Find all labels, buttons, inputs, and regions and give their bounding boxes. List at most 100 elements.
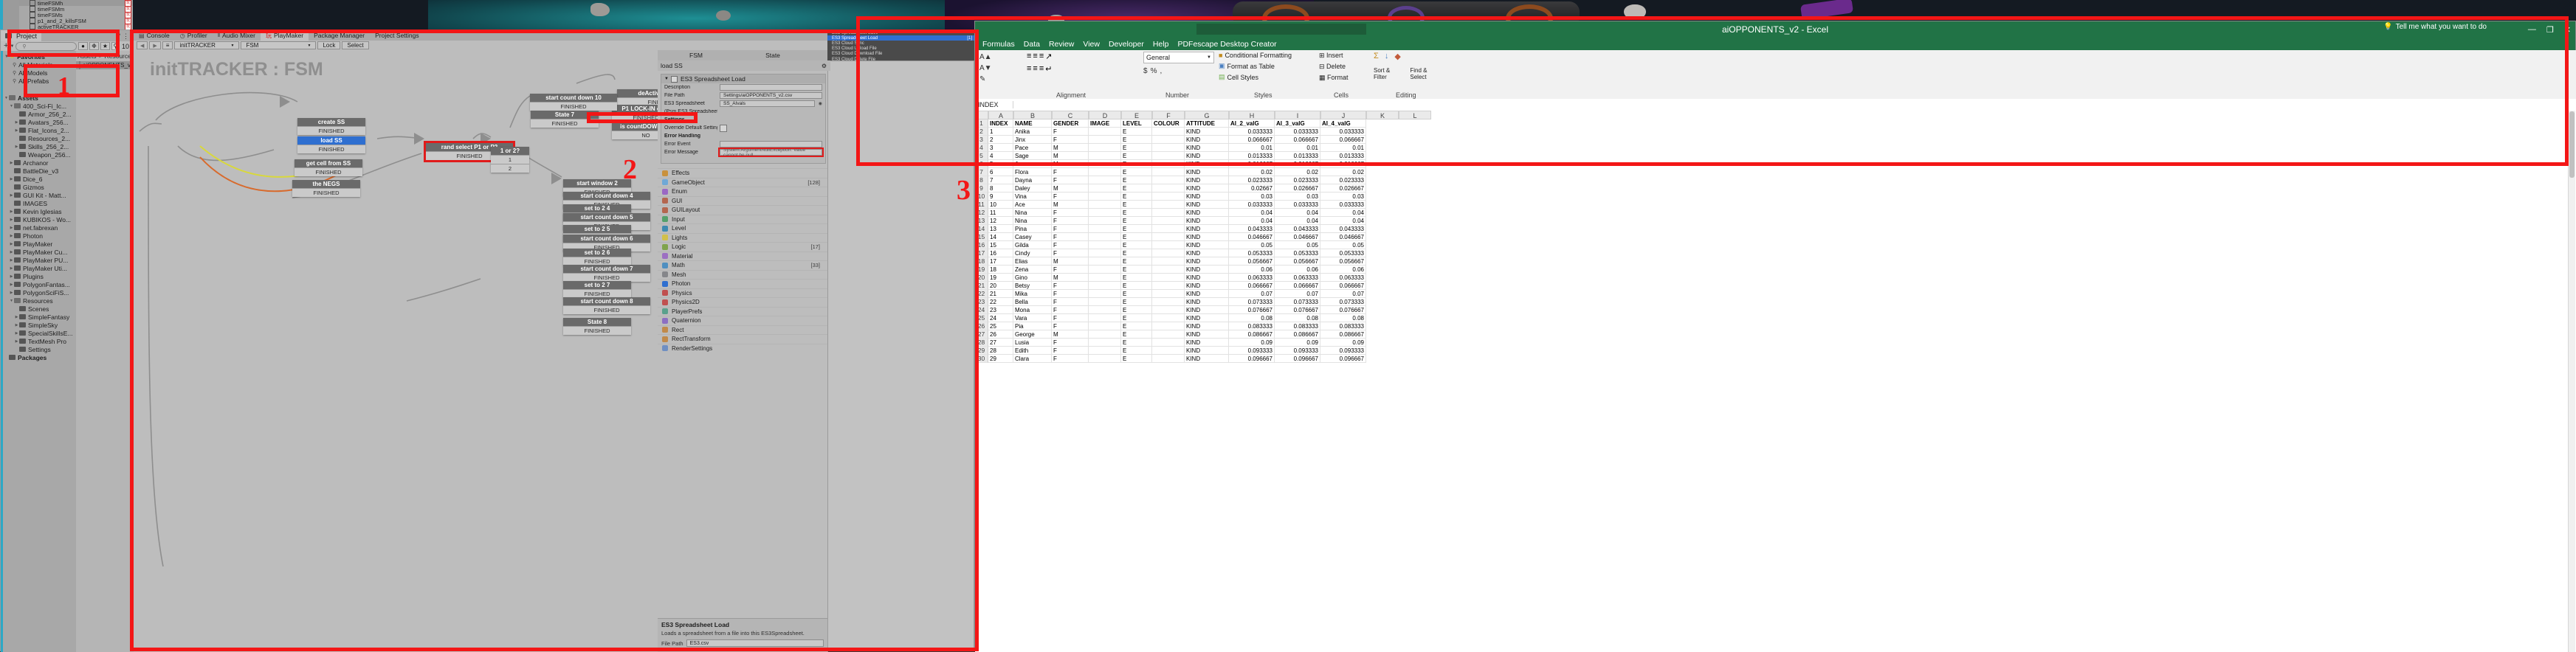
object-picker-icon[interactable]: ◉ [819,101,822,106]
tellme-field[interactable]: 💡 Tell me what you want to do [2383,23,2487,31]
excel-column-header[interactable]: F [1152,111,1185,119]
table-cell[interactable]: F [1052,217,1089,225]
table-cell[interactable] [1089,314,1121,322]
action-category-row[interactable]: Photon [658,279,827,288]
table-cell[interactable]: E [1121,306,1152,314]
table-cell[interactable]: 29 [988,355,1013,363]
table-cell[interactable] [1152,282,1185,290]
orientation-icon[interactable]: ↗ [1045,52,1052,61]
table-cell[interactable]: 25 [988,322,1013,330]
table-cell[interactable]: E [1121,330,1152,339]
table-row[interactable]: 28 27 Lusia F E KIND 0.09 0.09 0.09 [975,339,2576,347]
format-button[interactable]: ▦ Format [1319,74,1368,82]
table-cell[interactable]: 0.02 [1275,168,1320,176]
table-cell[interactable]: Ace [1013,201,1052,209]
table-cell[interactable]: 16 [988,249,1013,257]
project-tree-item[interactable]: ▶ PlayMaker PU... [4,256,76,264]
gameobject-dropdown[interactable]: initTRACKER ▼ [174,41,240,49]
table-cell[interactable]: Cindy [1013,249,1052,257]
table-cell[interactable]: 0.013333 [1275,152,1320,160]
fsm-state-event-2[interactable]: 2 [491,164,529,173]
table-cell[interactable]: E [1121,209,1152,217]
project-tree-item[interactable]: IMAGES [4,199,76,207]
table-cell[interactable]: 0.083333 [1320,322,1366,330]
excel-row-header[interactable]: 5 [975,152,988,160]
table-cell[interactable]: 6 [988,168,1013,176]
excel-vscroll-thumb[interactable] [2569,111,2575,178]
table-cell[interactable]: KIND [1185,217,1229,225]
excel-ribbon-tab[interactable]: PDFescape Desktop Creator [1177,40,1276,49]
table-cell[interactable]: Sage [1013,152,1052,160]
table-row[interactable]: 16 15 Gilda F E KIND 0.05 0.05 0.05 [975,241,2576,249]
table-cell[interactable] [1152,144,1185,152]
table-cell[interactable]: F [1052,193,1089,201]
table-cell[interactable]: E [1121,168,1152,176]
table-cell[interactable] [1152,201,1185,209]
table-row[interactable]: 22 21 Mika F E KIND 0.07 0.07 0.07 [975,290,2576,298]
table-cell[interactable]: 0.01 [1275,144,1320,152]
project-menu-icon[interactable]: ⋮ [123,32,129,41]
table-cell[interactable] [1152,322,1185,330]
wrap-text-icon[interactable]: ↵ [1045,64,1052,74]
table-cell[interactable]: Flora [1013,168,1052,176]
table-cell[interactable]: 0.026667 [1320,184,1366,193]
table-cell[interactable]: KIND [1185,136,1229,144]
table-cell[interactable]: E [1121,193,1152,201]
fsm-state-node[interactable]: 1 or 2? 1 2 [491,147,529,173]
table-cell[interactable]: F [1052,241,1089,249]
table-cell[interactable] [1152,193,1185,201]
project-tree-item[interactable]: ▶ Avatars_256... [4,118,76,126]
table-cell[interactable]: Mika [1013,290,1052,298]
table-cell[interactable] [1089,355,1121,363]
table-header-cell[interactable]: NAME [1013,119,1052,128]
inspector-field-row[interactable]: (Psm ES3 Spreadsheet) [661,108,825,116]
excel-column-header[interactable]: B [1013,111,1052,119]
table-cell[interactable]: M [1052,160,1089,168]
fsm-state-node[interactable]: deActivate P2 ...FINISHED [617,89,658,106]
footer-field-value[interactable]: ES3.csv [686,639,824,647]
table-cell[interactable]: 0.02 [1229,168,1275,176]
table-row[interactable]: 27 26 George M E KIND 0.086667 0.086667 0.086667 [975,330,2576,339]
chevron-right-icon[interactable]: ▶ [14,339,19,344]
table-row[interactable]: 23 22 Bella F E KIND 0.073333 0.073333 0.073333 [975,298,2576,306]
project-tree-item[interactable]: Gizmos [4,183,76,191]
table-cell[interactable]: 0.09 [1275,339,1320,347]
table-cell[interactable]: KIND [1185,152,1229,160]
table-cell[interactable]: 5 [988,160,1013,168]
paint-format-button[interactable]: ✎ [978,74,1024,85]
table-cell[interactable] [1089,347,1121,355]
table-cell[interactable]: F [1052,339,1089,347]
project-tree-item[interactable]: ▶ PlayMaker Cu... [4,248,76,256]
table-cell[interactable]: M [1052,184,1089,193]
table-cell[interactable]: 0.033333 [1229,128,1275,136]
ribbon-editing-group[interactable]: Σ ↓ ◆ Sort & Filter Find & Select Editin… [1374,52,1444,99]
align-center-icon[interactable]: ≡ [1033,64,1037,74]
table-cell[interactable]: 0.093333 [1320,347,1366,355]
excel-ribbon[interactable]: A▲ A▼ ✎ ≡ ≡ ≡ ↗ ≡ ≡ ≡ ↵ Alignment Genera… [975,50,2576,100]
table-cell[interactable]: 0.053333 [1320,249,1366,257]
action-category-row[interactable]: Logic [17] [658,242,827,252]
table-cell[interactable]: F [1052,298,1089,306]
table-cell[interactable]: 3 [988,144,1013,152]
table-row[interactable]: 14 13 Pina F E KIND 0.043333 0.043333 0.043333 [975,225,2576,233]
action-browser-item[interactable]: ES3 Cloud Download File [827,52,975,57]
table-cell[interactable]: E [1121,355,1152,363]
table-cell[interactable]: Elias [1013,257,1052,266]
project-tree-item[interactable]: ▶ Kevin Iglesias [4,207,76,215]
table-cell[interactable]: F [1052,168,1089,176]
excel-window[interactable]: aiOPPONENTS_v2 - Excel — ❐ ✕ 💡 Tell me w… [974,21,2576,652]
table-cell[interactable] [1152,176,1185,184]
table-cell[interactable]: F [1052,314,1089,322]
table-cell[interactable]: 0.05 [1229,241,1275,249]
align-middle-icon[interactable]: ≡ [1033,52,1037,61]
table-cell[interactable] [1152,160,1185,168]
table-cell[interactable]: 0.046667 [1229,233,1275,241]
hierarchy-item[interactable]: timeFSMm 玩 [19,5,133,13]
table-cell[interactable]: 4 [988,152,1013,160]
project-tree-item[interactable]: ▶ Skills_256_2... [4,142,76,150]
table-cell[interactable]: 2 [988,136,1013,144]
chevron-down-icon[interactable]: ▼ [4,96,9,100]
table-cell[interactable]: Edith [1013,347,1052,355]
fsm-state-node[interactable]: State 8 FINISHED [563,318,631,335]
table-cell[interactable]: 0.066667 [1229,136,1275,144]
